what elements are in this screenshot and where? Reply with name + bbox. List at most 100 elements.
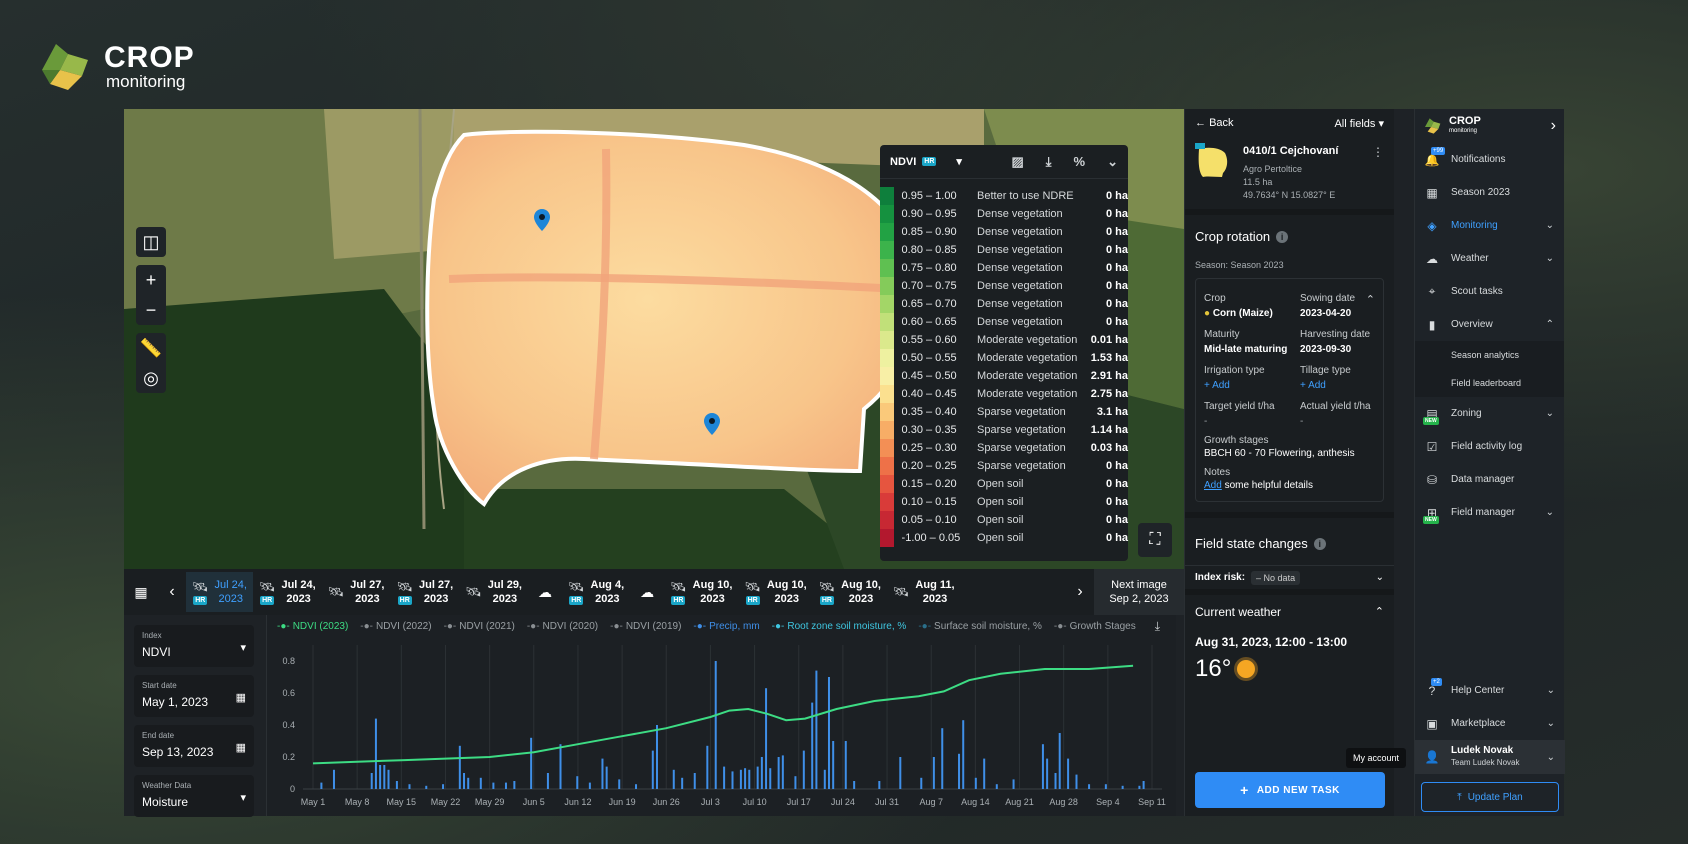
hr-badge: HR — [819, 596, 834, 605]
chart-legend-item[interactable]: -●- Precip, mm — [693, 621, 759, 632]
timeline-item[interactable]: 🛰 HR Jul 27, 2023 — [390, 572, 459, 612]
nav-item-overview[interactable]: ▮ Overview ⌃ — [1415, 308, 1564, 341]
info-icon[interactable]: i — [1313, 537, 1326, 550]
index-selector[interactable]: NDVI — [890, 156, 916, 168]
growth-stages-value: BBCH 60 - 70 Flowering, anthesis — [1204, 448, 1355, 459]
chart-legend-item[interactable]: -●- NDVI (2019) — [610, 621, 681, 632]
download-icon[interactable]: ⤓ — [1155, 619, 1160, 634]
legend-swatch — [880, 385, 894, 403]
timeline-item[interactable]: 🛰 Jul 27, 2023 — [322, 572, 391, 612]
chart-legend-item[interactable]: -●- NDVI (2020) — [527, 621, 598, 632]
legend-area: 0 ha — [1105, 478, 1128, 490]
chart-legend-item[interactable]: -●- Root zone soil moisture, % — [772, 621, 907, 632]
chart-legend-item[interactable]: -●- NDVI (2021) — [444, 621, 515, 632]
satellite-map[interactable]: ◫ + − 📏 ◎ NDVI HR ▾ ▨ ⤓ % ⌄ 0.95 – 1.00 … — [124, 109, 1184, 569]
chevron-down-icon[interactable]: ▾ — [956, 155, 962, 168]
chevron-up-icon[interactable]: ⌃ — [1375, 605, 1384, 619]
collapse-chevron-icon[interactable]: ⌄ — [1107, 154, 1118, 170]
index-risk-row[interactable]: Index risk: – No data ⌄ — [1185, 565, 1394, 595]
add-tillage-link[interactable]: + Add — [1300, 380, 1390, 391]
x-tick-label: Jul 17 — [787, 797, 811, 807]
add-task-label: ADD NEW TASK — [1256, 784, 1340, 796]
precip-bar — [332, 769, 335, 789]
nav-marketplace[interactable]: ▣ Marketplace ⌄ — [1415, 707, 1565, 740]
chart-legend-item[interactable]: -●- Surface soil moisture, % — [918, 621, 1042, 632]
precip-bar — [395, 781, 398, 789]
nav-brand-sub: monitoring — [1449, 128, 1478, 134]
calendar-icon[interactable]: ▦ — [124, 584, 158, 601]
precip-bar — [983, 758, 986, 789]
start-date-field[interactable]: Start date May 1, 2023 ▦ — [134, 675, 254, 717]
image-compare-icon[interactable]: ▨ — [1011, 154, 1023, 170]
nav-label: Season 2023 — [1451, 187, 1510, 198]
nav-help-center[interactable]: ? +2 Help Center ⌄ — [1415, 674, 1565, 707]
add-notes-link[interactable]: Add — [1204, 480, 1222, 491]
nav-item-activity[interactable]: ☑ Field activity log — [1415, 430, 1564, 463]
nav-item-fieldmgr[interactable]: ⊞ NEW Field manager ⌄ — [1415, 496, 1564, 529]
back-button[interactable]: ← Back — [1195, 117, 1234, 129]
chevron-up-icon[interactable]: ⌃ — [1366, 293, 1375, 306]
timeline-item[interactable]: 🛰 HR Jul 24, 2023 — [253, 572, 322, 612]
split-view-icon[interactable]: ◫ — [136, 227, 166, 257]
timeline-item[interactable]: 🛰 Aug 11, 2023 — [887, 572, 961, 612]
monitoring-icon: ◈ — [1427, 218, 1437, 233]
chart-legend-item[interactable]: -●- Growth Stages — [1054, 621, 1136, 632]
add-irrigation-link[interactable]: + Add — [1204, 380, 1300, 391]
timeline-item[interactable]: 🛰 HR Aug 4, 2023 — [562, 572, 630, 612]
timeline-item[interactable]: 🛰 HR Aug 10, 2023 — [813, 572, 887, 612]
legend-range: 0.25 – 0.30 — [901, 442, 957, 454]
nav-item-monitoring[interactable]: ◈ Monitoring ⌄ — [1415, 209, 1564, 242]
nav-item-notifications[interactable]: 🔔 +99 Notifications — [1415, 143, 1564, 176]
add-new-task-button[interactable]: + ADD NEW TASK — [1195, 772, 1385, 808]
nav-item-scout[interactable]: ⌖ Scout tasks — [1415, 275, 1564, 308]
timeline-date-line1: Aug 10, — [841, 579, 881, 591]
ruler-icon[interactable]: 📏 — [136, 333, 166, 363]
user-account[interactable]: 👤 Ludek Novak Team Ludek Novak ⌄ — [1415, 740, 1565, 774]
legend-label: Better to use NDRE — [977, 190, 1074, 202]
legend-range: 0.55 – 0.60 — [901, 334, 957, 346]
info-icon[interactable]: i — [1276, 230, 1289, 243]
timeline-item[interactable]: 🛰 HR Aug 10, 2023 — [738, 572, 812, 612]
nav-item-zoning[interactable]: ▤ NEW Zoning ⌄ — [1415, 397, 1564, 430]
nav-item-season[interactable]: ▦ Season 2023 — [1415, 176, 1564, 209]
zoom-in-button[interactable]: + — [136, 265, 166, 295]
submenu-item[interactable]: Season analytics — [1415, 341, 1564, 369]
nav-item-data[interactable]: ⛁ Data manager — [1415, 463, 1564, 496]
timeline-item[interactable]: 🛰 HR Aug 10, 2023 — [664, 572, 738, 612]
update-plan-button[interactable]: ⤒ Update Plan — [1421, 782, 1559, 812]
download-icon[interactable]: ⤓ — [1046, 154, 1052, 170]
timeline-prev-arrow[interactable]: ‹ — [158, 583, 186, 601]
locate-icon[interactable]: ◎ — [136, 363, 166, 393]
precip-bar — [651, 750, 654, 789]
more-vert-icon[interactable]: ⋮ — [1372, 145, 1384, 159]
zoom-out-button[interactable]: − — [136, 295, 166, 325]
legend-row: 0.90 – 0.95 Dense vegetation 0 ha — [880, 205, 1128, 223]
notes-label: Notes — [1204, 467, 1231, 478]
percent-icon[interactable]: % — [1074, 154, 1086, 170]
fullscreen-icon[interactable]: ⛶ — [1138, 523, 1172, 557]
timeline-item[interactable]: 🛰 HR Jul 24, 2023 — [186, 572, 253, 612]
next-image-button[interactable]: Next image Sep 2, 2023 — [1094, 569, 1184, 615]
all-fields-dropdown[interactable]: All fields ▾ — [1334, 117, 1384, 130]
index-select[interactable]: Index NDVI ▾ — [134, 625, 254, 667]
collapse-nav-icon[interactable]: › — [1551, 117, 1556, 135]
legend-row: 0.80 – 0.85 Dense vegetation 0 ha — [880, 241, 1128, 259]
chart-legend-item[interactable]: -●- NDVI (2022) — [360, 621, 431, 632]
precip-bar — [1121, 785, 1124, 789]
precip-bar — [425, 785, 428, 789]
precip-bar — [672, 769, 675, 789]
weather-data-select[interactable]: Weather Data Moisture ▾ — [134, 775, 254, 817]
nav-item-weather[interactable]: ☁ Weather ⌄ — [1415, 242, 1564, 275]
brand-logo: CROP monitoring — [38, 40, 195, 94]
timeline-date-line1: Aug 10, — [766, 579, 807, 591]
precip-bar — [1138, 785, 1141, 789]
timeline-item[interactable]: 🛰 Jul 29, 2023 — [459, 572, 528, 612]
marketplace-icon: ▣ — [1426, 716, 1438, 731]
harvest-label: Harvesting date — [1300, 329, 1371, 340]
timeline-next-arrow[interactable]: › — [1066, 583, 1094, 601]
legend-label: Open soil — [977, 514, 1024, 526]
end-date-field[interactable]: End date Sep 13, 2023 ▦ — [134, 725, 254, 767]
timeline-date-line1: Jul 27, — [418, 579, 454, 591]
chart-legend-item[interactable]: -●- NDVI (2023) — [277, 621, 348, 632]
submenu-item[interactable]: Field leaderboard — [1415, 369, 1564, 397]
